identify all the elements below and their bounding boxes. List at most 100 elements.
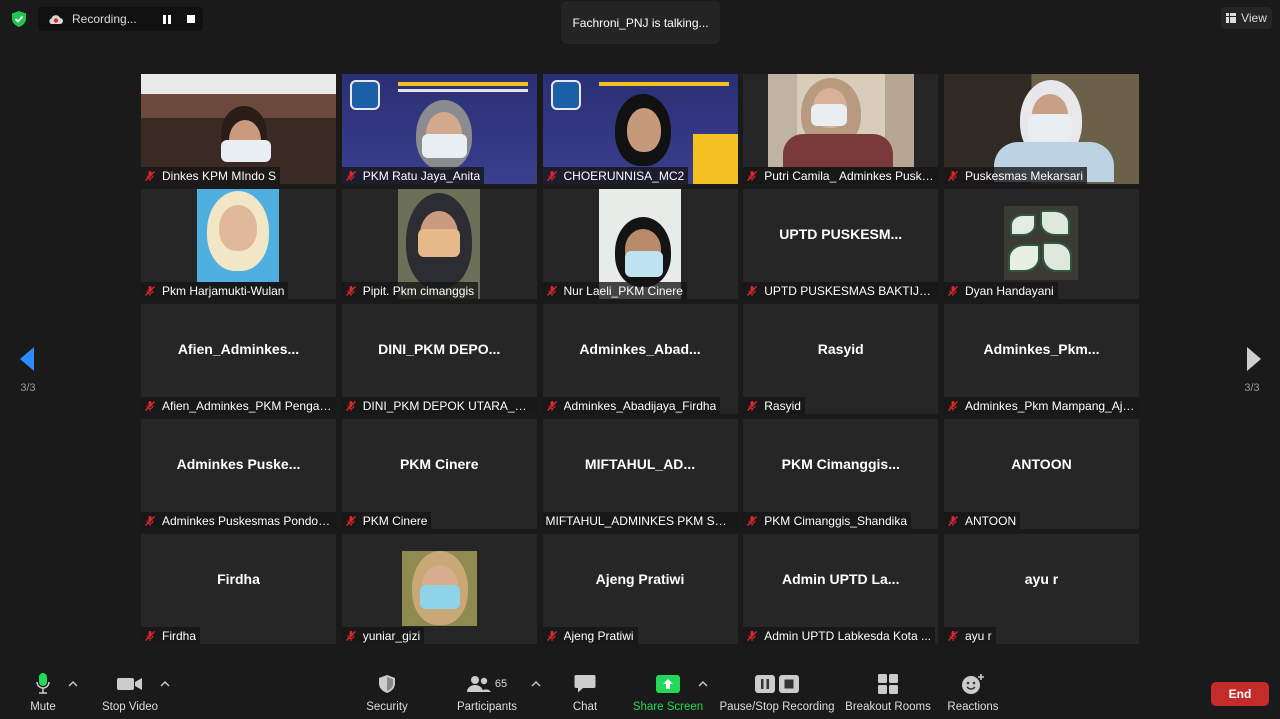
participant-name-tag: ayu r	[944, 627, 996, 644]
participant-name-tag: Putri Camila_ Adminkes Puske...	[743, 167, 939, 184]
participant-tile[interactable]: PKM Cinere PKM Cinere	[341, 419, 537, 529]
participant-tile[interactable]: UPTD PUSKESM... UPTD PUSKESMAS BAKTIJAYA	[743, 189, 939, 299]
participant-tile[interactable]: Puskesmas Mekarsari	[944, 74, 1139, 184]
recording-indicator: Recording...	[38, 7, 203, 31]
muted-mic-icon	[345, 285, 356, 296]
muted-mic-icon	[747, 285, 758, 296]
participant-name-tag: Adminkes Puskesmas Pondok...	[141, 512, 336, 529]
participant-name-tag: Firdha	[141, 627, 201, 644]
participant-name-tag: Adminkes_Abadijaya_Firdha	[542, 397, 721, 414]
participant-tile[interactable]: MIFTAHUL_AD... MIFTAHUL_ADMINKES PKM SAW…	[542, 419, 738, 529]
encryption-shield-icon[interactable]	[10, 10, 28, 28]
muted-mic-icon	[747, 170, 758, 181]
muted-mic-icon	[747, 630, 758, 641]
participant-tile[interactable]: Putri Camila_ Adminkes Puske...	[743, 74, 939, 184]
participant-tile[interactable]: Pipit. Pkm cimanggis	[341, 189, 537, 299]
active-speaker-banner: Fachroni_PNJ is talking...	[561, 1, 720, 44]
reactions-button[interactable]: Reactions	[946, 668, 1000, 719]
share-options-caret-icon[interactable]	[698, 680, 708, 688]
participants-button[interactable]: 65 Participants	[455, 668, 519, 719]
previous-page-arrow-icon[interactable]	[16, 345, 40, 373]
participants-options-caret-icon[interactable]	[531, 680, 541, 688]
end-meeting-button[interactable]: End	[1211, 682, 1269, 706]
participant-name-tag: CHOERUNNISA_MC2	[542, 167, 689, 184]
muted-mic-icon	[145, 630, 155, 641]
participant-name-tag: Admin UPTD Labkesda Kota ...	[743, 627, 935, 644]
participant-tile[interactable]: Afien_Adminkes... Afien_Adminkes_PKM Pen…	[141, 304, 336, 414]
participant-tile[interactable]: Adminkes_Pkm... Adminkes_Pkm Mampang_Aje…	[944, 304, 1139, 414]
participant-display-name: Firdha	[217, 571, 260, 587]
participant-display-name: ANTOON	[1011, 456, 1072, 472]
pause-recording-button[interactable]	[158, 10, 176, 28]
recording-label: Recording...	[72, 12, 137, 26]
participants-icon	[466, 676, 491, 692]
chat-bubble-icon	[574, 675, 596, 693]
participant-display-name: Ajeng Pratiwi	[595, 571, 685, 587]
share-screen-button[interactable]: Share Screen	[632, 668, 704, 719]
participant-tile[interactable]: Dinkes KPM MIndo S	[141, 74, 336, 184]
security-button[interactable]: Security	[364, 668, 410, 719]
breakout-rooms-button[interactable]: Breakout Rooms	[845, 668, 931, 719]
participant-name-tag: PKM Ratu Jaya_Anita	[341, 167, 485, 184]
participant-tile[interactable]: Dyan Handayani	[944, 189, 1139, 299]
participant-tile[interactable]: Adminkes Puske... Adminkes Puskesmas Pon…	[141, 419, 336, 529]
participant-tile[interactable]: yuniar_gizi	[341, 534, 537, 644]
mute-button[interactable]: Mute	[22, 668, 64, 719]
muted-mic-icon	[546, 630, 557, 641]
security-shield-icon	[379, 675, 395, 693]
muted-mic-icon	[145, 515, 155, 526]
pause-stop-recording-button[interactable]: Pause/Stop Recording	[719, 668, 835, 719]
participant-name-tag: Dinkes KPM MIndo S	[141, 167, 281, 184]
muted-mic-icon	[948, 515, 958, 526]
participant-name-tag: PKM Cimanggis_Shandika	[743, 512, 911, 529]
grid-view-icon	[1226, 13, 1237, 23]
participant-tile[interactable]: DINI_PKM DEPO... DINI_PKM DEPOK UTARA_AD…	[341, 304, 537, 414]
stop-icon	[779, 675, 799, 693]
view-button[interactable]: View	[1221, 7, 1272, 29]
participant-tile[interactable]: ayu r ayu r	[944, 534, 1139, 644]
microphone-icon	[36, 673, 50, 694]
muted-mic-icon	[546, 170, 557, 181]
participant-tile[interactable]: Ajeng Pratiwi Ajeng Pratiwi	[542, 534, 738, 644]
stop-video-button[interactable]: Stop Video	[98, 668, 162, 719]
participant-name-tag: Ajeng Pratiwi	[542, 627, 638, 644]
breakout-rooms-icon	[878, 674, 898, 694]
participant-tile[interactable]: PKM Ratu Jaya_Anita	[341, 74, 537, 184]
reactions-smiley-icon	[962, 674, 984, 694]
page-indicator-right: 3/3	[1244, 382, 1260, 394]
participant-tile[interactable]: PKM Cimanggis... PKM Cimanggis_Shandika	[743, 419, 939, 529]
participant-name-tag: Nur Laeli_PKM Cinere	[542, 282, 687, 299]
cloud-recording-icon	[49, 15, 63, 24]
participant-name-tag: MIFTAHUL_ADMINKES PKM SAW...	[542, 512, 738, 529]
chat-button[interactable]: Chat	[569, 668, 601, 719]
muted-mic-icon	[345, 515, 356, 526]
participant-tile[interactable]: ANTOON ANTOON	[944, 419, 1139, 529]
participant-video	[197, 189, 279, 282]
participant-name-tag: Pipit. Pkm cimanggis	[341, 282, 479, 299]
video-camera-icon	[117, 678, 142, 690]
participant-display-name: Rasyid	[817, 341, 864, 357]
next-page-arrow-icon[interactable]	[1242, 345, 1266, 373]
muted-mic-icon	[546, 400, 557, 411]
audio-options-caret-icon[interactable]	[68, 680, 78, 688]
video-options-caret-icon[interactable]	[160, 680, 170, 688]
participant-display-name: UPTD PUSKESM...	[779, 226, 903, 242]
muted-mic-icon	[145, 285, 155, 296]
participant-tile[interactable]: Adminkes_Abad... Adminkes_Abadijaya_Fird…	[542, 304, 738, 414]
participant-tile[interactable]: Firdha Firdha	[141, 534, 336, 644]
participant-display-name: DINI_PKM DEPO...	[378, 341, 501, 357]
participant-tile[interactable]: CHOERUNNISA_MC2	[542, 74, 738, 184]
muted-mic-icon	[747, 400, 758, 411]
participant-tile[interactable]: Admin UPTD La... Admin UPTD Labkesda Kot…	[743, 534, 939, 644]
muted-mic-icon	[345, 170, 356, 181]
participant-tile[interactable]: Pkm Harjamukti-Wulan	[141, 189, 336, 299]
participant-tile[interactable]: Nur Laeli_PKM Cinere	[542, 189, 738, 299]
participant-tile[interactable]: Rasyid Rasyid	[743, 304, 939, 414]
stop-recording-button[interactable]	[182, 10, 200, 28]
page-indicator-left: 3/3	[20, 382, 36, 394]
muted-mic-icon	[345, 400, 356, 411]
participant-display-name: MIFTAHUL_AD...	[584, 456, 696, 472]
participant-display-name: Adminkes_Pkm...	[983, 341, 1100, 357]
muted-mic-icon	[546, 285, 557, 296]
meeting-toolbar: Mute Stop Video Security 65 Participants…	[0, 668, 1280, 719]
